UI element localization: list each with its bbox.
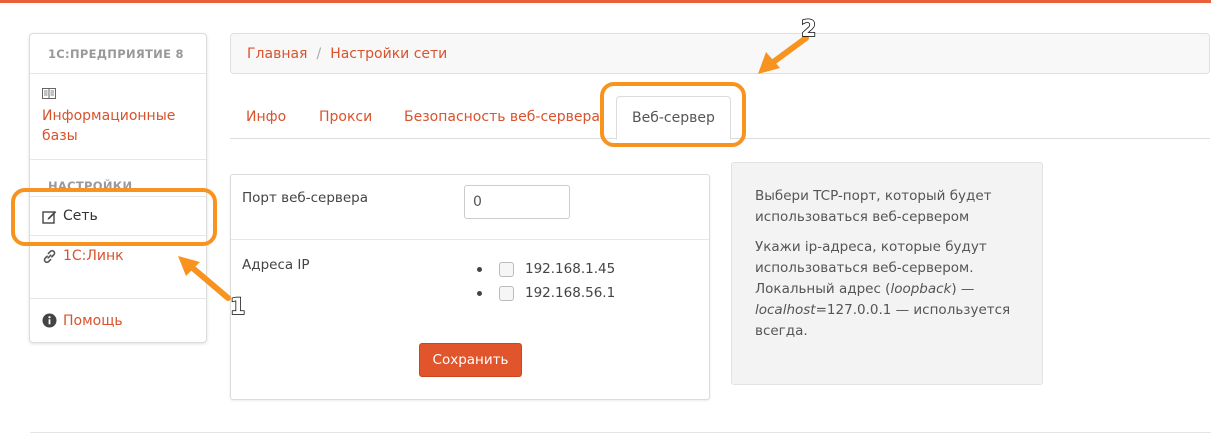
ip-address: 192.168.56.1 (525, 285, 616, 301)
sidebar-item-help-label: Помощь (63, 312, 123, 329)
sidebar-item-1c-link[interactable]: 1С:Линк (30, 236, 206, 276)
bullet (477, 290, 482, 296)
help-text-emphasis: localhost (755, 302, 816, 318)
sidebar-header: 1С:ПРЕДПРИЯТИЕ 8 (30, 34, 206, 74)
sidebar-item-infobases-label: Информационные базы (42, 108, 176, 144)
ip-address-list: 192.168.1.45 192.168.56.1 (477, 257, 615, 305)
edit-icon (42, 210, 57, 224)
annotation-marker-1: 1 (229, 294, 246, 321)
sidebar-item-1c-link-label: 1С:Линк (63, 248, 124, 264)
link-icon (43, 249, 56, 263)
save-button[interactable]: Сохранить (419, 343, 522, 377)
list-item: 192.168.56.1 (477, 281, 615, 305)
help-panel: Выбери TCP-порт, который будет использов… (731, 162, 1043, 385)
footer-divider (30, 432, 1211, 433)
ip-addresses-label: Адреса IP (242, 257, 310, 273)
tab-web-server[interactable]: Веб-сервер (616, 96, 731, 140)
port-label: Порт веб-сервера (242, 190, 368, 206)
breadcrumb-current[interactable]: Настройки сети (330, 46, 447, 62)
bullet (477, 266, 482, 272)
book-icon (42, 88, 56, 99)
tab-web-server-security[interactable]: Безопасность веб-сервера (404, 96, 600, 139)
help-text-emphasis: loopback (890, 281, 952, 297)
help-text-segment: ) — (951, 281, 975, 297)
port-row: Порт веб-сервера (231, 175, 709, 240)
web-server-settings-form: Порт веб-сервера Адреса IP 192.168.1.45 … (230, 174, 710, 400)
info-icon (42, 313, 57, 328)
help-text-port: Выбери TCP-порт, который будет использов… (755, 188, 992, 225)
sidebar: 1С:ПРЕДПРИЯТИЕ 8 Информационные базы НАС… (29, 33, 207, 343)
ip-checkbox[interactable] (499, 261, 514, 277)
tab-info[interactable]: Инфо (246, 96, 286, 139)
annotation-marker-2: 2 (800, 16, 817, 43)
port-input[interactable] (464, 185, 570, 219)
sidebar-section-settings: НАСТРОЙКИ (48, 179, 133, 193)
sidebar-item-infobases[interactable]: Информационные базы (30, 74, 206, 160)
top-accent-line (0, 0, 1211, 3)
sidebar-item-help[interactable]: Помощь (30, 298, 206, 342)
sidebar-item-network[interactable]: Сеть (30, 196, 206, 236)
ip-address: 192.168.1.45 (525, 261, 616, 277)
tab-bar: Инфо Прокси Безопасность веб-сервера Веб… (230, 96, 1210, 140)
breadcrumb-separator: / (316, 45, 322, 62)
sidebar-item-network-label: Сеть (63, 208, 98, 224)
ip-checkbox[interactable] (499, 285, 514, 301)
help-text-ip: Укажи ip-адреса, которые будут использов… (755, 237, 1024, 342)
list-item: 192.168.1.45 (477, 257, 615, 281)
breadcrumb-home-link[interactable]: Главная (247, 46, 307, 62)
breadcrumb: Главная / Настройки сети (230, 33, 1210, 74)
tab-proxy[interactable]: Прокси (319, 96, 372, 139)
